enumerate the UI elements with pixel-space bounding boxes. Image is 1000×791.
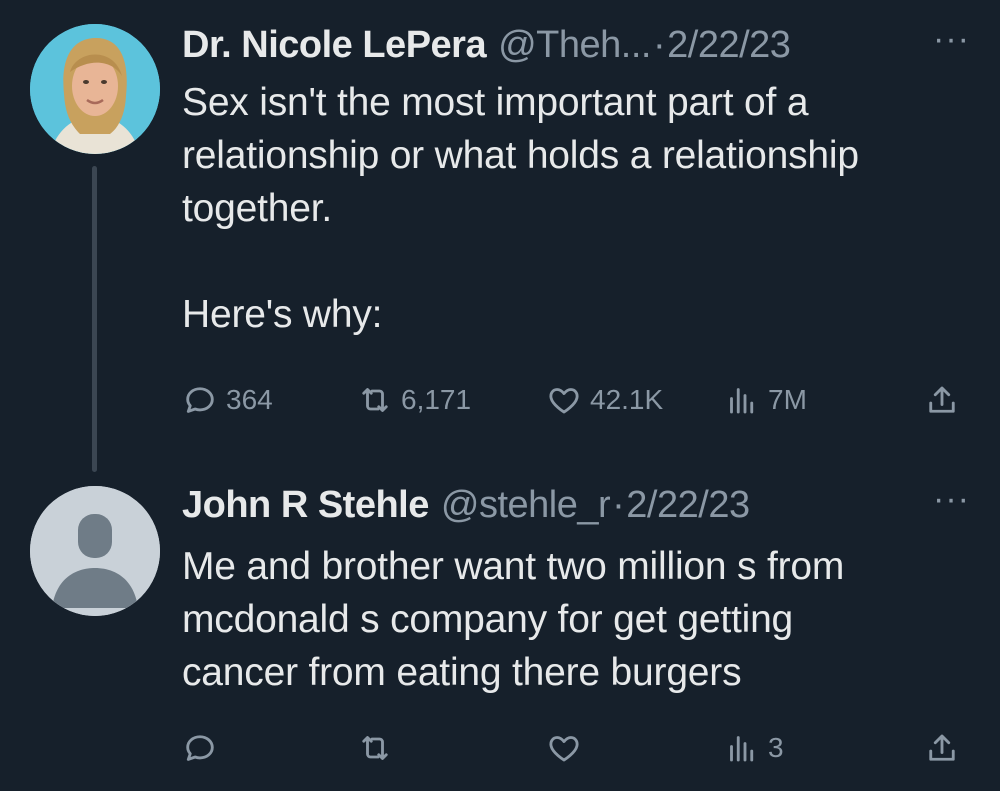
tweet-date[interactable]: 2/22/23 [667,24,791,67]
default-profile-icon [30,486,160,616]
like-button[interactable] [546,724,590,772]
share-button[interactable] [924,376,960,424]
tweet-text-line: Here's why: [182,293,383,336]
tweet-text-line: mcdonald s company for get getting [182,598,794,641]
retweet-icon [362,736,388,760]
like-icon [549,388,579,414]
tweet-text: Me and brother want two million s from m… [182,540,960,699]
header-separator: · [612,483,625,526]
share-button[interactable] [924,724,960,772]
views-icon [730,736,754,762]
header-separator: · [652,23,666,66]
avatar-photo [30,24,160,154]
reply-icon [186,735,214,761]
more-options-icon[interactable]: ··· [933,482,970,516]
tweet-header: Dr. Nicole LePera @Theh... · 2/22/23 ··· [182,20,970,70]
tweet-date[interactable]: 2/22/23 [626,484,750,527]
more-options-icon[interactable]: ··· [933,22,970,56]
author-handle[interactable]: @Theh... [498,24,651,67]
author-name[interactable]: John R Stehle [182,484,429,527]
action-bar: 3 [182,724,972,772]
tweet-stehle[interactable]: John R Stehle @stehle_r · 2/22/23 ··· Me… [0,470,1000,791]
views-count: 3 [768,732,784,763]
reply-count: 364 [226,384,273,415]
tweet-text-line: Sex isn't the most important part of a [182,81,809,124]
share-icon [929,734,955,761]
tweet-text-line: Me and brother want two million s from [182,545,845,588]
tweet-text-line: together. [182,187,332,230]
tweet-text: Sex isn't the most important part of a r… [182,76,960,341]
like-icon [549,736,579,762]
avatar-john-r-stehle[interactable] [30,486,160,616]
reply-icon [186,387,214,413]
author-handle[interactable]: @stehle_r [441,484,611,527]
views-button[interactable]: 3 [724,724,784,772]
views-button[interactable]: 7M [724,376,807,424]
thread-connector-line [92,166,97,472]
tweet-text-line: relationship or what holds a relationshi… [182,134,859,177]
reply-button[interactable] [182,724,226,772]
retweet-button[interactable]: 6,171 [357,376,471,424]
reply-button[interactable]: 364 [182,376,273,424]
author-name[interactable]: Dr. Nicole LePera [182,24,487,67]
like-count: 42.1K [590,384,664,415]
action-bar: 364 6,171 42.1K 7M [182,376,972,424]
retweet-icon [362,388,388,412]
views-icon [730,388,754,414]
tweet-text-line: cancer from eating there burgers [182,651,742,694]
tweet-header: John R Stehle @stehle_r · 2/22/23 ··· [182,480,970,530]
retweet-button[interactable] [357,724,401,772]
avatar-nicole-lepera[interactable] [30,24,160,154]
views-count: 7M [768,384,807,415]
like-button[interactable]: 42.1K [546,376,663,424]
retweet-count: 6,171 [401,384,472,415]
share-icon [929,386,955,413]
tweet-lepera[interactable]: Dr. Nicole LePera @Theh... · 2/22/23 ···… [0,0,1000,472]
